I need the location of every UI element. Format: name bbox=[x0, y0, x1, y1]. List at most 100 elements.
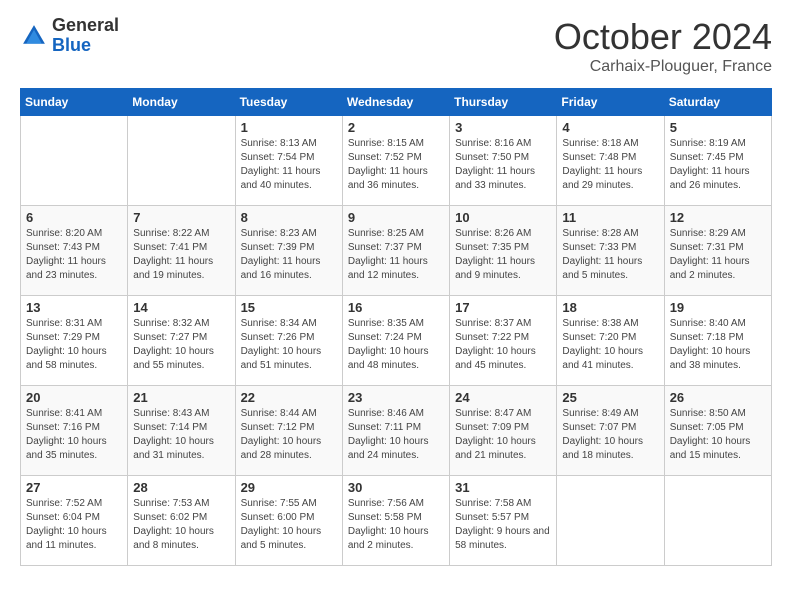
header-day-friday: Friday bbox=[557, 89, 664, 116]
logo-icon bbox=[20, 22, 48, 50]
day-info: Sunrise: 8:23 AMSunset: 7:39 PMDaylight:… bbox=[241, 227, 337, 283]
calendar-cell: 27Sunrise: 7:52 AMSunset: 6:04 PMDayligh… bbox=[21, 476, 128, 566]
day-info: Sunrise: 7:53 AMSunset: 6:02 PMDaylight:… bbox=[133, 497, 229, 553]
calendar-cell: 31 Sunrise: 7:58 AMSunset: 5:57 PMDayligh… bbox=[450, 476, 557, 566]
calendar-cell: 25Sunrise: 8:49 AMSunset: 7:07 PMDayligh… bbox=[557, 386, 664, 476]
day-info: Sunrise: 8:41 AMSunset: 7:16 PMDaylight:… bbox=[26, 407, 122, 463]
day-info: Sunrise: 8:46 AMSunset: 7:11 PMDaylight:… bbox=[348, 407, 444, 463]
day-number: 8 bbox=[241, 210, 337, 225]
day-number: 30 bbox=[348, 480, 444, 495]
day-number: 14 bbox=[133, 300, 229, 315]
calendar-cell: 16Sunrise: 8:35 AMSunset: 7:24 PMDayligh… bbox=[342, 296, 449, 386]
day-info: Sunrise: 8:44 AMSunset: 7:12 PMDaylight:… bbox=[241, 407, 337, 463]
day-number: 3 bbox=[455, 120, 551, 135]
day-number: 31 bbox=[455, 480, 551, 495]
day-number: 22 bbox=[241, 390, 337, 405]
calendar-cell: 13Sunrise: 8:31 AMSunset: 7:29 PMDayligh… bbox=[21, 296, 128, 386]
day-number: 4 bbox=[562, 120, 658, 135]
day-info: Sunrise: 7:55 AMSunset: 6:00 PMDaylight:… bbox=[241, 497, 337, 553]
header-day-saturday: Saturday bbox=[664, 89, 771, 116]
calendar-cell: 22 Sunrise: 8:44 AMSunset: 7:12 PMDayligh… bbox=[235, 386, 342, 476]
calendar-cell: 20 Sunrise: 8:41 AMSunset: 7:16 PMDayligh… bbox=[21, 386, 128, 476]
calendar-cell: 9Sunrise: 8:25 AMSunset: 7:37 PMDaylight… bbox=[342, 206, 449, 296]
day-info: Sunrise: 8:34 AMSunset: 7:26 PMDaylight:… bbox=[241, 317, 337, 373]
day-number: 25 bbox=[562, 390, 658, 405]
calendar-cell: 8 Sunrise: 8:23 AMSunset: 7:39 PMDaylight… bbox=[235, 206, 342, 296]
calendar-cell bbox=[664, 476, 771, 566]
day-number: 28 bbox=[133, 480, 229, 495]
day-info: Sunrise: 8:32 AMSunset: 7:27 PMDaylight:… bbox=[133, 317, 229, 373]
header-day-sunday: Sunday bbox=[21, 89, 128, 116]
day-number: 16 bbox=[348, 300, 444, 315]
day-info: Sunrise: 8:26 AMSunset: 7:35 PMDaylight:… bbox=[455, 227, 551, 283]
day-info: Sunrise: 8:31 AMSunset: 7:29 PMDaylight:… bbox=[26, 317, 122, 373]
calendar-cell: 14 Sunrise: 8:32 AMSunset: 7:27 PMDayligh… bbox=[128, 296, 235, 386]
calendar-header: SundayMondayTuesdayWednesdayThursdayFrid… bbox=[21, 89, 772, 116]
day-info: Sunrise: 8:19 AMSunset: 7:45 PMDaylight:… bbox=[670, 137, 766, 193]
month-title: October 2024 bbox=[554, 16, 772, 58]
day-number: 2 bbox=[348, 120, 444, 135]
day-info: Sunrise: 8:37 AMSunset: 7:22 PMDaylight:… bbox=[455, 317, 551, 373]
calendar-cell: 23 Sunrise: 8:46 AMSunset: 7:11 PMDayligh… bbox=[342, 386, 449, 476]
day-info: Sunrise: 8:38 AMSunset: 7:20 PMDaylight:… bbox=[562, 317, 658, 373]
day-number: 5 bbox=[670, 120, 766, 135]
day-info: Sunrise: 7:58 AMSunset: 5:57 PMDaylight:… bbox=[455, 497, 551, 553]
calendar-cell: 3 Sunrise: 8:16 AMSunset: 7:50 PMDaylight… bbox=[450, 116, 557, 206]
day-number: 1 bbox=[241, 120, 337, 135]
day-number: 27 bbox=[26, 480, 122, 495]
calendar-cell: 11Sunrise: 8:28 AMSunset: 7:33 PMDayligh… bbox=[557, 206, 664, 296]
calendar-cell: 17Sunrise: 8:37 AMSunset: 7:22 PMDayligh… bbox=[450, 296, 557, 386]
week-row-4: 20 Sunrise: 8:41 AMSunset: 7:16 PMDayligh… bbox=[21, 386, 772, 476]
week-row-2: 6Sunrise: 8:20 AMSunset: 7:43 PMDaylight… bbox=[21, 206, 772, 296]
header-day-wednesday: Wednesday bbox=[342, 89, 449, 116]
calendar-cell bbox=[21, 116, 128, 206]
day-number: 21 bbox=[133, 390, 229, 405]
day-info: Sunrise: 8:18 AMSunset: 7:48 PMDaylight:… bbox=[562, 137, 658, 193]
calendar-cell: 2 Sunrise: 8:15 AMSunset: 7:52 PMDaylight… bbox=[342, 116, 449, 206]
day-number: 20 bbox=[26, 390, 122, 405]
calendar-body: 1 Sunrise: 8:13 AMSunset: 7:54 PMDaylight… bbox=[21, 116, 772, 566]
day-info: Sunrise: 8:50 AMSunset: 7:05 PMDaylight:… bbox=[670, 407, 766, 463]
header-day-monday: Monday bbox=[128, 89, 235, 116]
day-number: 11 bbox=[562, 210, 658, 225]
day-number: 12 bbox=[670, 210, 766, 225]
calendar-cell: 6Sunrise: 8:20 AMSunset: 7:43 PMDaylight… bbox=[21, 206, 128, 296]
day-info: Sunrise: 8:43 AMSunset: 7:14 PMDaylight:… bbox=[133, 407, 229, 463]
day-info: Sunrise: 8:15 AMSunset: 7:52 PMDaylight:… bbox=[348, 137, 444, 193]
calendar-cell: 10Sunrise: 8:26 AMSunset: 7:35 PMDayligh… bbox=[450, 206, 557, 296]
week-row-3: 13Sunrise: 8:31 AMSunset: 7:29 PMDayligh… bbox=[21, 296, 772, 386]
calendar-cell: 21 Sunrise: 8:43 AMSunset: 7:14 PMDayligh… bbox=[128, 386, 235, 476]
day-number: 23 bbox=[348, 390, 444, 405]
day-info: Sunrise: 8:29 AMSunset: 7:31 PMDaylight:… bbox=[670, 227, 766, 283]
day-number: 24 bbox=[455, 390, 551, 405]
calendar-cell bbox=[128, 116, 235, 206]
calendar-cell: 24 Sunrise: 8:47 AMSunset: 7:09 PMDayligh… bbox=[450, 386, 557, 476]
day-info: Sunrise: 8:20 AMSunset: 7:43 PMDaylight:… bbox=[26, 227, 122, 283]
day-number: 26 bbox=[670, 390, 766, 405]
calendar-cell: 1 Sunrise: 8:13 AMSunset: 7:54 PMDaylight… bbox=[235, 116, 342, 206]
day-info: Sunrise: 8:25 AMSunset: 7:37 PMDaylight:… bbox=[348, 227, 444, 283]
calendar-cell: 30 Sunrise: 7:56 AMSunset: 5:58 PMDayligh… bbox=[342, 476, 449, 566]
calendar-cell: 18 Sunrise: 8:38 AMSunset: 7:20 PMDayligh… bbox=[557, 296, 664, 386]
calendar-cell: 7Sunrise: 8:22 AMSunset: 7:41 PMDaylight… bbox=[128, 206, 235, 296]
calendar-cell: 29Sunrise: 7:55 AMSunset: 6:00 PMDayligh… bbox=[235, 476, 342, 566]
calendar-cell bbox=[557, 476, 664, 566]
week-row-5: 27Sunrise: 7:52 AMSunset: 6:04 PMDayligh… bbox=[21, 476, 772, 566]
day-info: Sunrise: 8:16 AMSunset: 7:50 PMDaylight:… bbox=[455, 137, 551, 193]
day-info: Sunrise: 8:13 AMSunset: 7:54 PMDaylight:… bbox=[241, 137, 337, 193]
logo-general-text: General bbox=[52, 16, 119, 36]
week-row-1: 1 Sunrise: 8:13 AMSunset: 7:54 PMDaylight… bbox=[21, 116, 772, 206]
logo-blue-text: Blue bbox=[52, 36, 119, 56]
day-info: Sunrise: 8:40 AMSunset: 7:18 PMDaylight:… bbox=[670, 317, 766, 373]
calendar-cell: 28 Sunrise: 7:53 AMSunset: 6:02 PMDayligh… bbox=[128, 476, 235, 566]
calendar-cell: 4 Sunrise: 8:18 AMSunset: 7:48 PMDaylight… bbox=[557, 116, 664, 206]
day-number: 18 bbox=[562, 300, 658, 315]
day-info: Sunrise: 7:56 AMSunset: 5:58 PMDaylight:… bbox=[348, 497, 444, 553]
header-row: SundayMondayTuesdayWednesdayThursdayFrid… bbox=[21, 89, 772, 116]
day-info: Sunrise: 8:47 AMSunset: 7:09 PMDaylight:… bbox=[455, 407, 551, 463]
logo-text: General Blue bbox=[52, 16, 119, 56]
calendar-cell: 12 Sunrise: 8:29 AMSunset: 7:31 PMDayligh… bbox=[664, 206, 771, 296]
title-area: October 2024 Carhaix-Plouguer, France bbox=[554, 16, 772, 76]
header-day-thursday: Thursday bbox=[450, 89, 557, 116]
day-number: 19 bbox=[670, 300, 766, 315]
